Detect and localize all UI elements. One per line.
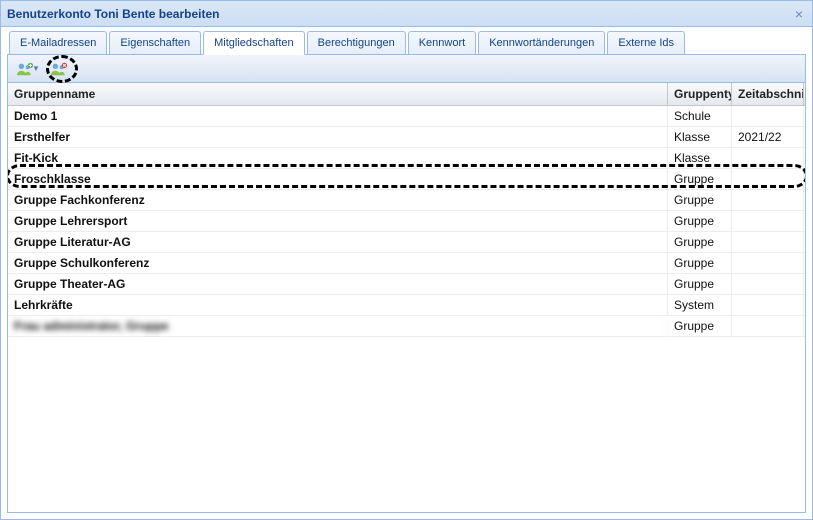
tab-label: Mitgliedschaften (214, 37, 294, 49)
cell-gruppenname: Fit-Kick (8, 148, 668, 168)
cell-zeitabschnitt (732, 295, 804, 315)
cell-gruppenname: Lehrkräfte (8, 295, 668, 315)
cell-zeitabschnitt (732, 253, 804, 273)
cell-gruppenname: Gruppe Fachkonferenz (8, 190, 668, 210)
users-remove-icon (50, 61, 68, 77)
cell-zeitabschnitt: 2021/22 (732, 127, 804, 147)
column-label: Gruppenty (674, 87, 732, 101)
cell-zeitabschnitt (732, 211, 804, 231)
cell-gruppenname: Froschklasse (8, 169, 668, 189)
cell-gruppentyp: Gruppe (668, 253, 732, 273)
tab-label: E-Mailadressen (20, 37, 96, 49)
column-gruppenname[interactable]: Gruppenname (8, 83, 668, 105)
close-icon: × (795, 6, 803, 22)
cell-gruppenname: Gruppe Theater-AG (8, 274, 668, 294)
cell-zeitabschnitt (732, 106, 804, 126)
table-row[interactable]: Gruppe Literatur-AGGruppe (8, 232, 805, 253)
tab-emailadressen[interactable]: E-Mailadressen (9, 31, 107, 54)
cell-gruppentyp: Gruppe (668, 169, 732, 189)
table-row[interactable]: LehrkräfteSystem (8, 295, 805, 316)
column-zeitabschnitt[interactable]: Zeitabschnit (732, 83, 804, 105)
table-row[interactable]: Gruppe SchulkonferenzGruppe (8, 253, 805, 274)
cell-gruppentyp: Gruppe (668, 274, 732, 294)
cell-zeitabschnitt (732, 148, 804, 168)
table-row[interactable]: Gruppe FachkonferenzGruppe (8, 190, 805, 211)
tab-label: Kennwort (419, 37, 465, 49)
remove-membership-button[interactable] (46, 59, 72, 79)
tab-strip: E-Mailadressen Eigenschaften Mitgliedsch… (7, 31, 806, 55)
tab-berechtigungen[interactable]: Berechtigungen (307, 31, 406, 54)
cell-gruppenname: Ersthelfer (8, 127, 668, 147)
tab-label: Eigenschaften (120, 37, 190, 49)
cell-zeitabschnitt (732, 169, 804, 189)
window-title: Benutzerkonto Toni Bente bearbeiten (7, 7, 219, 21)
cell-gruppentyp: Gruppe (668, 232, 732, 252)
cell-zeitabschnitt (732, 190, 804, 210)
tab-eigenschaften[interactable]: Eigenschaften (109, 31, 201, 54)
cell-gruppentyp: Gruppe (668, 211, 732, 231)
memberships-grid: Gruppenname Gruppenty Zeitabschnit Demo … (7, 83, 806, 513)
cell-gruppentyp: Klasse (668, 148, 732, 168)
dialog-window: Benutzerkonto Toni Bente bearbeiten × E-… (0, 0, 813, 520)
toolbar: ▼ (7, 55, 806, 83)
column-label: Zeitabschnit (738, 87, 804, 101)
grid-body[interactable]: Demo 1SchuleErsthelferKlasse2021/22Fit-K… (8, 106, 805, 512)
table-row[interactable]: Frau administrator, GruppeGruppe (8, 316, 805, 337)
cell-gruppentyp: Schule (668, 106, 732, 126)
table-row[interactable]: FroschklasseGruppe (8, 169, 805, 190)
cell-zeitabschnitt (732, 274, 804, 294)
add-membership-button[interactable]: ▼ (12, 59, 44, 79)
cell-gruppenname: Frau administrator, Gruppe (8, 316, 668, 336)
grid-header: Gruppenname Gruppenty Zeitabschnit (8, 83, 805, 106)
table-row[interactable]: Demo 1Schule (8, 106, 805, 127)
cell-gruppenname: Gruppe Schulkonferenz (8, 253, 668, 273)
cell-zeitabschnitt (732, 316, 804, 336)
cell-gruppentyp: Klasse (668, 127, 732, 147)
tab-kennwort[interactable]: Kennwort (408, 31, 476, 54)
cell-gruppenname: Gruppe Literatur-AG (8, 232, 668, 252)
table-row[interactable]: ErsthelferKlasse2021/22 (8, 127, 805, 148)
cell-gruppentyp: Gruppe (668, 190, 732, 210)
table-row[interactable]: Fit-KickKlasse (8, 148, 805, 169)
tab-label: Kennwortänderungen (489, 37, 594, 49)
table-row[interactable]: Gruppe Theater-AGGruppe (8, 274, 805, 295)
cell-gruppenname: Demo 1 (8, 106, 668, 126)
column-gruppentyp[interactable]: Gruppenty (668, 83, 732, 105)
cell-gruppentyp: Gruppe (668, 316, 732, 336)
tab-mitgliedschaften[interactable]: Mitgliedschaften (203, 31, 305, 55)
content-area: E-Mailadressen Eigenschaften Mitgliedsch… (1, 27, 812, 519)
close-button[interactable]: × (790, 5, 808, 23)
cell-zeitabschnitt (732, 232, 804, 252)
tab-label: Externe Ids (618, 37, 674, 49)
tab-label: Berechtigungen (318, 37, 395, 49)
table-row[interactable]: Gruppe LehrersportGruppe (8, 211, 805, 232)
titlebar: Benutzerkonto Toni Bente bearbeiten × (1, 1, 812, 27)
column-label: Gruppenname (14, 87, 95, 101)
cell-gruppenname: Gruppe Lehrersport (8, 211, 668, 231)
tab-kennwortaenderungen[interactable]: Kennwortänderungen (478, 31, 605, 54)
dropdown-arrow-icon: ▼ (32, 64, 40, 73)
cell-gruppentyp: System (668, 295, 732, 315)
tab-externe-ids[interactable]: Externe Ids (607, 31, 685, 54)
